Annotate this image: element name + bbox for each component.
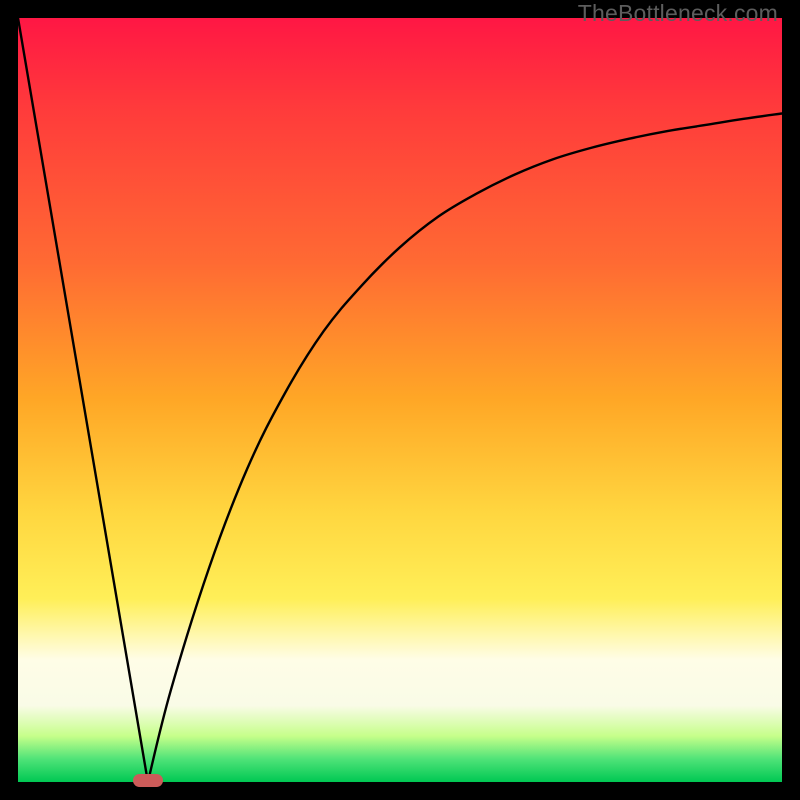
watermark-text: TheBottleneck.com bbox=[578, 0, 778, 27]
curve-left-branch bbox=[18, 18, 148, 782]
plot-area bbox=[18, 18, 782, 782]
chart-frame: TheBottleneck.com bbox=[0, 0, 800, 800]
minimum-marker bbox=[133, 774, 163, 787]
curve-layer bbox=[18, 18, 782, 782]
curve-right-branch bbox=[148, 114, 782, 783]
